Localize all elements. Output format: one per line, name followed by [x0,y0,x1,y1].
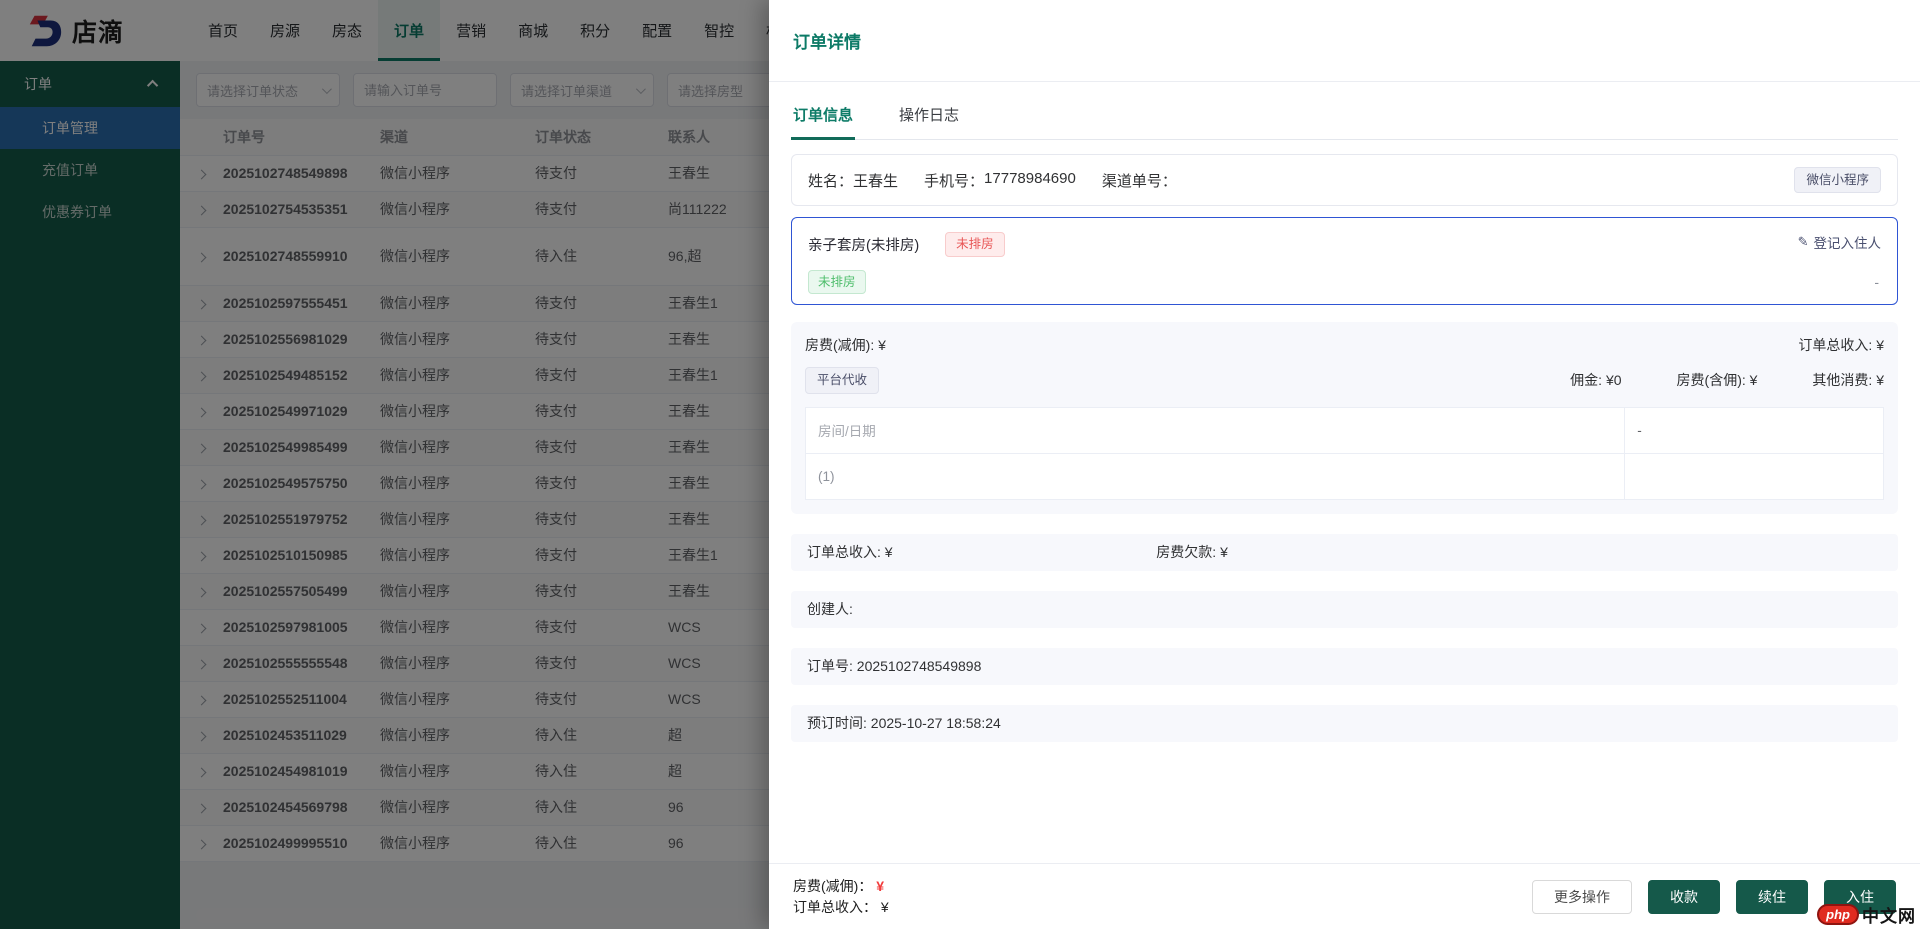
room-status-badge-green: 未排房 [808,270,866,295]
guest-info-card: 姓名： 王春生 手机号： 17778984690 渠道单号： 微信小程序 [791,154,1898,206]
watermark-php-badge: php [1817,904,1859,925]
platform-collect-tag: 平台代收 [805,367,879,394]
guest-name: 王春生 [853,170,898,191]
drawer-header: 订单详情 [769,0,1920,82]
other-fee-label: 其他消费: ¥ [1812,370,1884,390]
tab-1[interactable]: 操作日志 [897,98,961,139]
room-date-row-label: (1) [806,453,1625,499]
pencil-icon: ✎ [1798,234,1809,250]
summary-bar-booked-at: 预订时间: 2025-10-27 18:58:24 [791,705,1898,742]
summary-bar-income: 订单总收入: ¥ 房费欠款: ¥ [791,534,1898,571]
room-date-row-value [1625,453,1884,499]
guest-phone: 17778984690 [984,170,1076,191]
drawer-title: 订单详情 [793,28,861,53]
footer-button-1[interactable]: 收款 [1648,880,1720,914]
summary-order-no: 订单号: 2025102748549898 [807,656,981,676]
room-card[interactable]: 亲子套房(未排房) 未排房 未排房 ✎ 登记入住人 - [791,217,1898,305]
order-detail-drawer: 订单详情 订单信息 操作日志 姓名： 王春生 手机号： 17778984690 渠… [769,0,1920,929]
site-watermark: php 中文网 [1817,902,1916,927]
room-date-header: 房间/日期 [806,407,1625,453]
summary-bar-creator: 创建人: [791,591,1898,628]
room-fee-incl-label: 房费(含佣): ¥ [1677,370,1758,390]
room-date-table: 房间/日期 - (1) [805,407,1884,500]
watermark-text: 中文网 [1862,902,1916,927]
summary-bar-order-no: 订单号: 2025102748549898 [791,648,1898,685]
drawer-tabs: 订单信息 操作日志 [791,98,1898,140]
room-fee-label: 房费(减佣): ¥ [805,335,886,355]
summary-arrears: 房费欠款: ¥ [1156,542,1228,562]
channel-tag: 微信小程序 [1794,167,1881,194]
guest-name-label: 姓名： [808,170,853,191]
room-date-header-value: - [1625,407,1884,453]
footer-order-total-value: ¥ [881,899,889,915]
drawer-footer: 房费(减佣)： ¥ 订单总收入： ¥ 更多操作收款续住入住 [769,863,1920,929]
footer-room-fee-value: ¥ [876,878,884,894]
guest-phone-label: 手机号： [924,170,984,191]
guest-info-text: 姓名： 王春生 手机号： 17778984690 渠道单号： [808,170,1177,191]
register-guest-link[interactable]: ✎ 登记入住人 [1798,232,1881,252]
room-status-badge-red: 未排房 [945,232,1005,257]
footer-room-fee-label: 房费(减佣)： [793,878,872,894]
summary-order-total: 订单总收入: ¥ [807,542,893,562]
tab-0[interactable]: 订单信息 [791,98,855,140]
order-total-label: 订单总收入: ¥ [1798,335,1884,355]
summary-booked-at: 预订时间: 2025-10-27 18:58:24 [807,713,1001,733]
channel-no-label: 渠道单号： [1102,170,1177,191]
fee-panel: 房费(减佣): ¥ 订单总收入: ¥ 平台代收 佣金: ¥0 房费(含佣): ¥… [791,322,1898,514]
footer-totals: 房费(减佣)： ¥ 订单总收入： ¥ [793,876,889,917]
drawer-body: 订单信息 操作日志 姓名： 王春生 手机号： 17778984690 渠道单号： … [769,82,1920,863]
room-title: 亲子套房(未排房) [808,234,919,255]
room-dash: - [1874,274,1881,290]
footer-button-0[interactable]: 更多操作 [1532,880,1632,914]
footer-order-total-label: 订单总收入： [793,899,877,915]
summary-creator: 创建人: [807,599,853,619]
footer-button-2[interactable]: 续住 [1736,880,1808,914]
register-guest-label: 登记入住人 [1814,232,1882,252]
commission-label: 佣金: ¥0 [1570,370,1621,390]
